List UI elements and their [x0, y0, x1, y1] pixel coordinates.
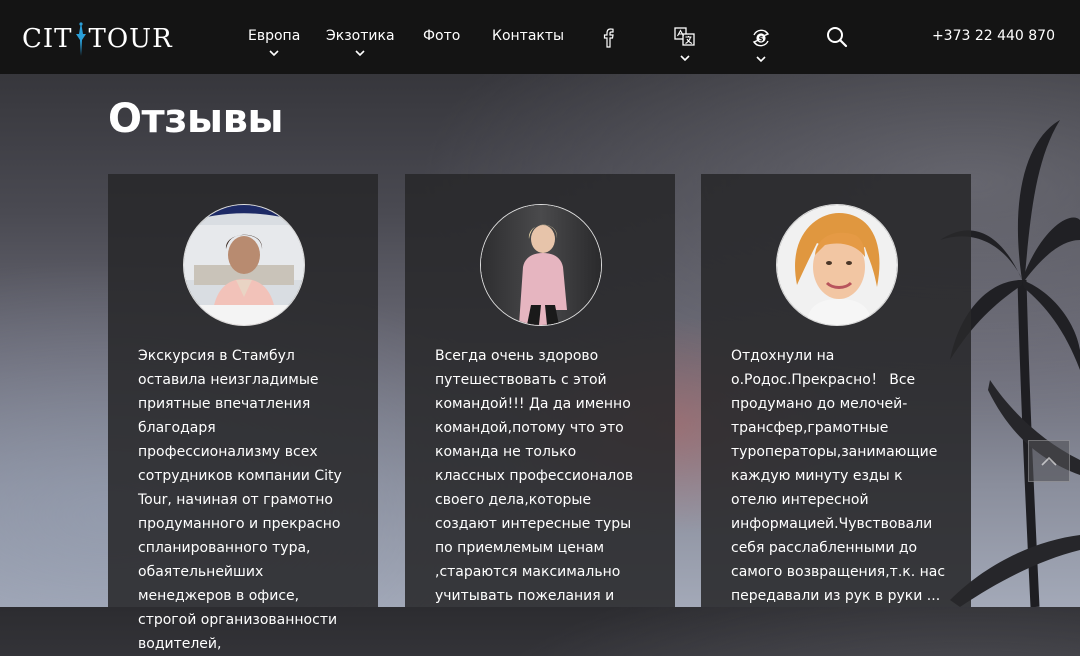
currency-selector[interactable]: $ — [750, 27, 772, 63]
site-header: CIT TOUR Европа Экзотика Фото Контакты $… — [0, 0, 1080, 74]
site-logo[interactable]: CIT TOUR — [22, 20, 173, 58]
chevron-up-icon — [1041, 456, 1057, 466]
reviewer-avatar — [480, 204, 602, 326]
logo-text-left: CIT — [22, 24, 73, 54]
review-card: Экскурсия в Стамбул оставила неизгладимы… — [108, 174, 378, 652]
review-text: Экскурсия в Стамбул оставила неизгладимы… — [138, 348, 342, 652]
tower-logo-icon — [75, 22, 86, 56]
language-selector[interactable] — [674, 27, 696, 62]
svg-text:$: $ — [759, 35, 764, 43]
review-card: Отдохнули на о.Родос.Прекрасно！ Все прод… — [701, 174, 971, 607]
chevron-down-icon — [269, 50, 279, 57]
phone-number[interactable]: +373 22 440 870 — [932, 28, 1055, 44]
nav-exotic-label: Экзотика — [326, 28, 395, 44]
nav-photo-label: Фото — [423, 28, 461, 44]
chevron-down-icon — [355, 50, 365, 57]
review-card: Всегда очень здорово путешествовать с эт… — [405, 174, 675, 607]
review-text: Отдохнули на о.Родос.Прекрасно！ Все прод… — [731, 348, 946, 604]
review-text: Всегда очень здорово путешествовать с эт… — [435, 348, 634, 604]
chevron-down-icon — [680, 55, 690, 62]
facebook-icon[interactable] — [600, 26, 616, 48]
nav-europe[interactable]: Европа — [248, 28, 300, 57]
search-icon[interactable] — [826, 26, 848, 48]
nav-contacts-label: Контакты — [492, 28, 565, 44]
nav-contacts[interactable]: Контакты — [492, 28, 564, 44]
reviewer-avatar — [776, 204, 898, 326]
page-title: Отзывы — [108, 96, 284, 142]
chevron-down-icon — [756, 56, 766, 63]
currency-exchange-icon: $ — [752, 29, 770, 47]
nav-photo[interactable]: Фото — [423, 28, 460, 44]
reviewer-avatar — [183, 204, 305, 326]
translate-icon — [674, 27, 695, 46]
scroll-to-top-button[interactable] — [1028, 440, 1070, 482]
nav-europe-label: Европа — [248, 28, 301, 44]
nav-exotic[interactable]: Экзотика — [326, 28, 395, 57]
logo-text-right: TOUR — [88, 24, 173, 54]
